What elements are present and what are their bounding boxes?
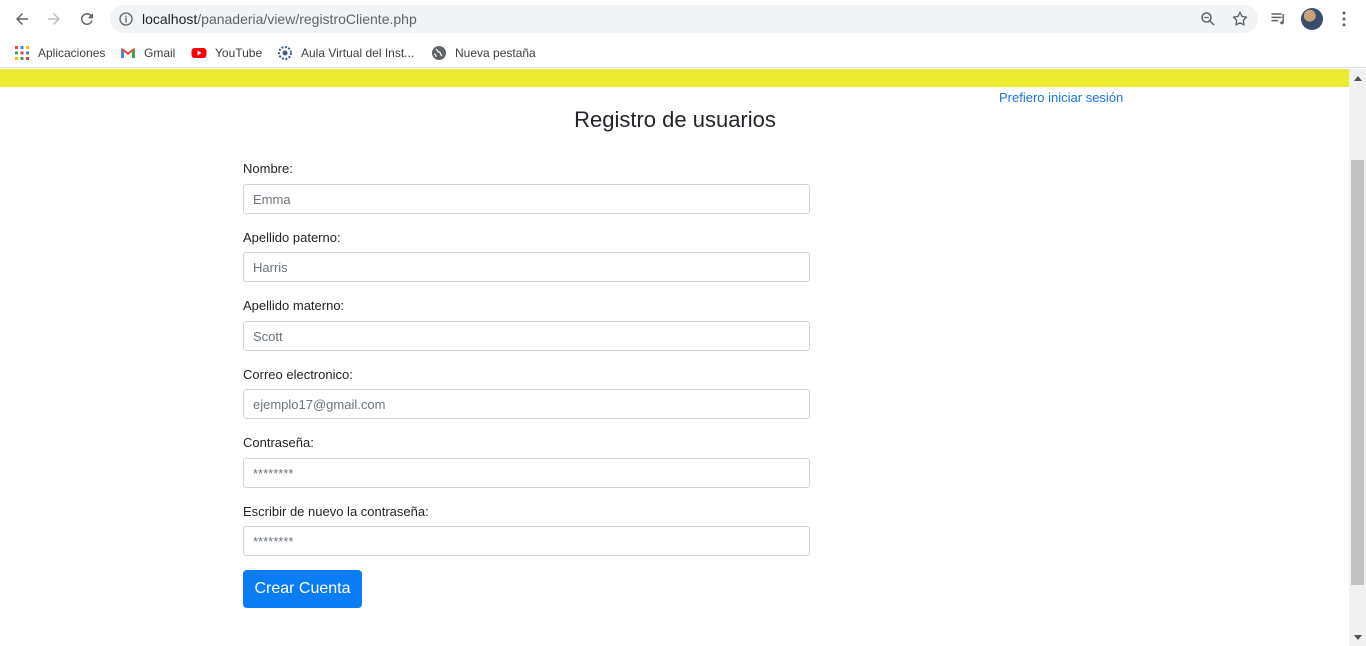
bookmark-nueva-pestana[interactable]: Nueva pestaña xyxy=(431,44,536,62)
profile-avatar[interactable] xyxy=(1301,8,1323,30)
moodle-icon xyxy=(278,46,292,60)
bookmark-gmail[interactable]: Gmail xyxy=(120,44,175,62)
password-confirm-label: Escribir de nuevo la contraseña: xyxy=(243,504,429,519)
gmail-icon xyxy=(121,48,135,58)
reload-icon xyxy=(80,12,93,25)
info-icon[interactable] xyxy=(118,11,134,27)
apellido-materno-label: Apellido materno: xyxy=(243,298,345,313)
triangle-up-icon xyxy=(1353,75,1362,81)
apellido-materno-input[interactable] xyxy=(243,321,810,351)
bookmark-label: Aula Virtual del Inst... xyxy=(301,46,415,60)
apellido-paterno-input[interactable] xyxy=(243,252,810,282)
page-viewport: Prefiero iniciar sesión Registro de usua… xyxy=(0,69,1349,646)
header-bar xyxy=(0,69,1349,87)
back-arrow-icon xyxy=(16,13,28,25)
apellido-paterno-label: Apellido paterno: xyxy=(243,230,341,245)
bookmark-star-icon[interactable] xyxy=(1231,10,1249,28)
nombre-label: Nombre: xyxy=(243,161,293,176)
url-path: /panaderia/view/registroCliente.php xyxy=(197,11,417,27)
globe-icon xyxy=(432,46,446,60)
apps-grid-icon xyxy=(15,46,29,60)
address-bar[interactable]: localhost/panaderia/view/registroCliente… xyxy=(110,5,1258,33)
page-scrollbar[interactable] xyxy=(1349,69,1366,646)
correo-label: Correo electronico: xyxy=(243,367,353,382)
media-control-icon[interactable] xyxy=(1269,9,1289,29)
triangle-down-icon xyxy=(1353,634,1362,640)
crear-cuenta-button[interactable]: Crear Cuenta xyxy=(243,570,362,608)
url-host: localhost xyxy=(142,11,198,27)
menu-kebab-icon[interactable] xyxy=(1334,9,1354,29)
password-input[interactable] xyxy=(243,458,810,488)
bookmark-label: Aplicaciones xyxy=(38,46,106,60)
bookmark-aula-virtual[interactable]: Aula Virtual del Inst... xyxy=(277,44,414,62)
bookmark-label: Gmail xyxy=(144,46,176,60)
scroll-down-button[interactable] xyxy=(1349,629,1366,646)
bookmark-youtube[interactable]: YouTube xyxy=(191,44,262,62)
nombre-input[interactable] xyxy=(243,184,810,214)
bookmarks-bar: Aplicaciones Gmail YouTube Aula Virtual … xyxy=(0,38,1366,68)
scroll-up-button[interactable] xyxy=(1349,69,1366,86)
page-title: Registro de usuarios xyxy=(574,107,776,132)
password-label: Contraseña: xyxy=(243,435,314,450)
scroll-thumb[interactable] xyxy=(1351,160,1364,585)
browser-toolbar: localhost/panaderia/view/registroCliente… xyxy=(0,0,1366,38)
bookmark-label: YouTube xyxy=(215,46,263,60)
youtube-icon xyxy=(191,48,207,58)
url-text[interactable]: localhost/panaderia/view/registroCliente… xyxy=(142,11,417,27)
bookmark-aplicaciones[interactable]: Aplicaciones xyxy=(14,44,105,62)
forward-arrow-icon xyxy=(48,13,60,25)
reload-button[interactable] xyxy=(75,7,99,31)
forward-button[interactable] xyxy=(42,7,66,31)
bookmark-label: Nueva pestaña xyxy=(455,46,536,60)
zoom-icon[interactable] xyxy=(1199,10,1217,28)
login-link[interactable]: Prefiero iniciar sesión xyxy=(999,90,1123,105)
correo-input[interactable] xyxy=(243,389,810,419)
back-button[interactable] xyxy=(10,7,34,31)
password-confirm-input[interactable] xyxy=(243,526,810,556)
